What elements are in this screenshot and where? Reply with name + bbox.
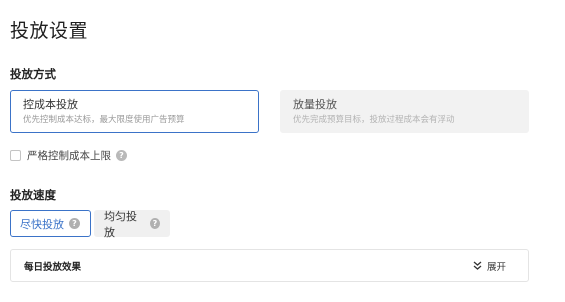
- daily-effect-panel: 每日投放效果 展开: [10, 249, 529, 282]
- option-card-name: 控成本投放: [23, 98, 78, 111]
- option-card-description: 优先控制成本达标，最大限度使用广告预算: [23, 115, 185, 125]
- expand-toggle[interactable]: 展开: [473, 259, 506, 273]
- question-circle-icon[interactable]: ?: [149, 218, 160, 229]
- daily-effect-title: 每日投放效果: [24, 261, 82, 273]
- double-chevron-down-icon: [473, 261, 482, 270]
- delivery-speed-title: 投放速度: [10, 188, 56, 202]
- strict-cost-cap-checkbox[interactable]: [10, 150, 21, 161]
- delivery-method-title: 投放方式: [10, 67, 56, 81]
- page-title: 投放设置: [10, 20, 89, 42]
- strict-cost-cap-label[interactable]: 严格控制成本上限: [27, 148, 111, 163]
- expand-label: 展开: [486, 261, 506, 273]
- question-circle-icon[interactable]: ?: [116, 150, 127, 161]
- speed-option-even[interactable]: 均匀投放 ?: [94, 209, 170, 239]
- option-card-cost-control[interactable]: 控成本投放 优先控制成本达标，最大限度使用广告预算: [10, 90, 259, 133]
- question-circle-icon[interactable]: ?: [69, 218, 80, 229]
- option-card-description: 优先完成预算目标，投放过程成本会有浮动: [293, 115, 455, 125]
- option-card-name: 放量投放: [293, 98, 337, 111]
- speed-option-fast[interactable]: 尽快投放 ?: [10, 210, 91, 237]
- speed-option-label: 尽快投放: [20, 217, 64, 231]
- option-card-volume[interactable]: 放量投放 优先完成预算目标，投放过程成本会有浮动: [280, 90, 529, 133]
- speed-option-label: 均匀投放: [104, 209, 137, 239]
- strict-cost-cap-row: 严格控制成本上限 ?: [10, 148, 127, 163]
